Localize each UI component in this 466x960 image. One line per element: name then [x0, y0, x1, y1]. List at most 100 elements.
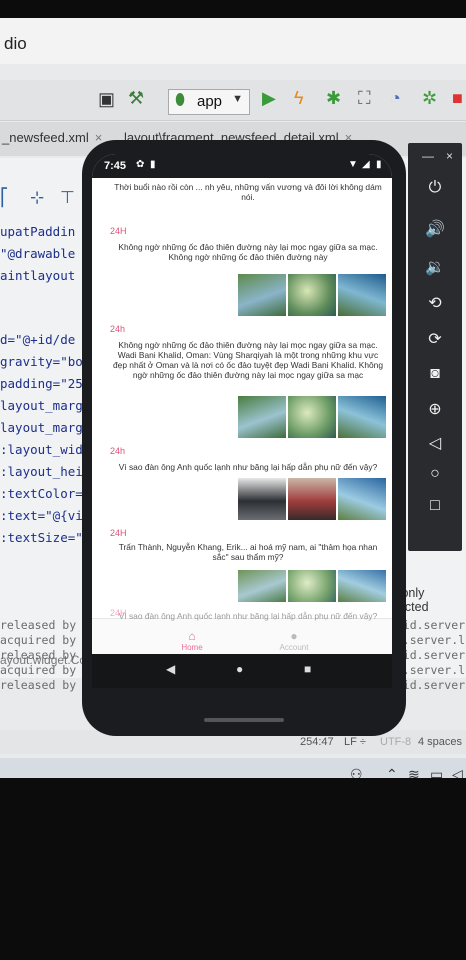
phone-emulator: 7:45 ✿ ▮ ▼ ◢ ▮ Thời buổi nào rồi còn ...… — [82, 140, 406, 736]
stop-icon[interactable]: ■ — [452, 88, 463, 109]
rotate-left-icon[interactable]: ⟲ — [408, 293, 462, 313]
code-line: aintlayout — [0, 268, 76, 283]
battery-icon[interactable]: ▭ — [430, 766, 443, 778]
feed-item-text[interactable]: Vì sao đàn ông Anh quốc lạnh như băng lạ… — [110, 462, 386, 472]
home-icon[interactable]: ● — [236, 662, 243, 676]
home-icon: ⌂ — [188, 629, 196, 643]
file-encoding[interactable]: UTF-8 — [380, 736, 411, 748]
volume-up-icon[interactable]: 🔊 — [408, 219, 462, 239]
feed-item-text[interactable]: Vì sao đàn ông Anh quốc lạnh như băng lạ… — [110, 611, 386, 621]
align-icon[interactable]: ⊤ — [60, 188, 75, 208]
back-icon[interactable]: ◀ — [166, 662, 175, 676]
feed-thumbnail[interactable] — [288, 570, 336, 602]
status-time: 7:45 — [104, 160, 127, 172]
line-ending[interactable]: LF ÷ — [344, 736, 366, 748]
code-line: layout_marg — [0, 420, 83, 435]
code-line: d="@+id/de — [0, 332, 76, 347]
camera-icon[interactable]: ◙ — [408, 365, 462, 383]
chevron-down-icon: ▼ — [232, 93, 243, 105]
people-icon[interactable]: ⚇ — [350, 766, 363, 778]
code-line: "@drawable — [0, 246, 76, 261]
wifi-icon: ▼ — [348, 159, 358, 170]
close-icon[interactable]: × — [446, 149, 453, 163]
code-line: :layout_heig — [0, 464, 91, 479]
ide-toolbar: ▣ ⚒ ⬮ app ▼ ▶ ϟ ✱ ⛶ ◔ ✲ ■ — [0, 80, 466, 121]
tab-newsfeed-xml[interactable]: _newsfeed.xml × — [2, 130, 102, 145]
feed-thumbnail[interactable] — [338, 570, 386, 602]
android-icon: ⬮ — [175, 92, 186, 109]
chevron-up-icon[interactable]: ⌃ — [386, 766, 398, 778]
feed-thumbnail[interactable] — [338, 396, 386, 438]
windows-taskbar: ⚇ ⌃ ≋ ▭ ◁ — [0, 758, 466, 778]
feed-thumbnail[interactable] — [238, 478, 286, 520]
indent-setting[interactable]: 4 spaces — [418, 736, 462, 748]
emulator-control-panel: — × ⏻ 🔊 🔉 ⟲ ⟳ ◙ ⊕ ◁ ○ □ — [408, 143, 462, 551]
signal-icon: ◢ — [362, 159, 370, 170]
feed-item-text[interactable]: Không ngờ những ốc đảo thiên đường này l… — [110, 340, 386, 380]
bottom-navigation: Vì sao đàn ông Anh quốc lạnh như băng lạ… — [92, 611, 392, 655]
wifi-icon[interactable]: ≋ — [408, 766, 420, 778]
nav-home-label: Home — [181, 643, 203, 652]
feed-item-source: 24h — [110, 324, 126, 334]
back-icon[interactable]: ◁ — [408, 433, 462, 453]
ide-title: dio — [4, 34, 27, 53]
feed-thumbnail[interactable] — [288, 274, 336, 316]
tab-label: _newsfeed.xml — [2, 130, 89, 145]
layout-preview-icon[interactable]: ▣ — [98, 89, 115, 110]
volume-icon[interactable]: ◁ — [452, 766, 463, 778]
battery-icon: ▮ — [376, 159, 382, 170]
volume-down-icon[interactable]: 🔉 — [408, 257, 462, 277]
nav-account[interactable]: ● Account — [264, 629, 324, 652]
nav-account-label: Account — [279, 643, 309, 652]
home-indicator — [204, 718, 284, 722]
phone-screen: 7:45 ✿ ▮ ▼ ◢ ▮ Thời buổi nào rồi còn ...… — [92, 154, 392, 688]
feed-item-text[interactable]: Thời buổi nào rồi còn ... nh yêu, những … — [110, 182, 386, 202]
code-line: layout_marg — [0, 398, 83, 413]
add-icon[interactable]: ⊹ — [30, 188, 44, 208]
nav-home[interactable]: ⌂ Home — [162, 629, 222, 652]
feed-thumbnail[interactable] — [288, 396, 336, 438]
code-line: :textColor= — [0, 486, 83, 501]
minimize-icon[interactable]: — — [422, 149, 434, 163]
code-line: :text="@{vie — [0, 508, 91, 523]
feed-thumbnail[interactable] — [338, 274, 386, 316]
code-line: :textSize=" — [0, 530, 83, 545]
attach-process-icon[interactable]: ✲ — [422, 88, 437, 109]
android-navbar: ◀ ● ■ — [92, 654, 392, 688]
run-configuration-select[interactable]: ⬮ app ▼ — [168, 89, 250, 115]
feed-thumbnail[interactable] — [238, 570, 286, 602]
code-line: upatPaddin — [0, 224, 76, 239]
feed-item-source: 24H — [110, 226, 127, 236]
feed-item-source: 24H — [110, 528, 127, 538]
overview-icon[interactable]: □ — [408, 497, 462, 515]
code-line: padding="25 — [0, 376, 83, 391]
run-icon[interactable]: ▶ — [262, 88, 276, 109]
home-icon[interactable]: ○ — [408, 465, 462, 483]
overview-icon[interactable]: ■ — [304, 662, 311, 676]
cursor-icon: ⎡ — [0, 188, 9, 207]
feed-item-text[interactable]: Không ngờ những ốc đảo thiên đường này l… — [110, 242, 386, 262]
sd-card-icon: ▮ — [150, 159, 156, 170]
feed-thumbnail[interactable] — [238, 396, 286, 438]
build-hammer-icon[interactable]: ⚒ — [128, 88, 144, 109]
cursor-position[interactable]: 254:47 — [300, 736, 334, 748]
power-icon[interactable]: ⏻ — [408, 179, 462, 197]
debug-icon[interactable]: ✱ — [326, 88, 341, 109]
ide-titlebar: dio — [0, 18, 466, 64]
feed-thumbnail[interactable] — [288, 478, 336, 520]
feed-thumbnail[interactable] — [238, 274, 286, 316]
newsfeed-list[interactable]: Thời buổi nào rồi còn ... nh yêu, những … — [92, 178, 392, 618]
apply-changes-icon[interactable]: ϟ — [294, 88, 304, 109]
account-icon: ● — [290, 629, 298, 643]
feed-item-source: 24h — [110, 446, 126, 456]
attach-debugger-icon[interactable]: ⛶ — [358, 88, 371, 109]
settings-icon: ✿ — [136, 159, 145, 170]
feed-thumbnail[interactable] — [338, 478, 386, 520]
feed-item-text[interactable]: Trấn Thành, Nguyễn Khang, Erik... ai hoá… — [110, 542, 386, 562]
run-configuration-label: app — [197, 93, 223, 110]
profile-icon[interactable]: ◔ — [390, 88, 401, 109]
zoom-icon[interactable]: ⊕ — [408, 399, 462, 419]
code-line: :layout_wid — [0, 442, 83, 457]
phone-notch — [192, 140, 300, 164]
rotate-right-icon[interactable]: ⟳ — [408, 329, 462, 349]
